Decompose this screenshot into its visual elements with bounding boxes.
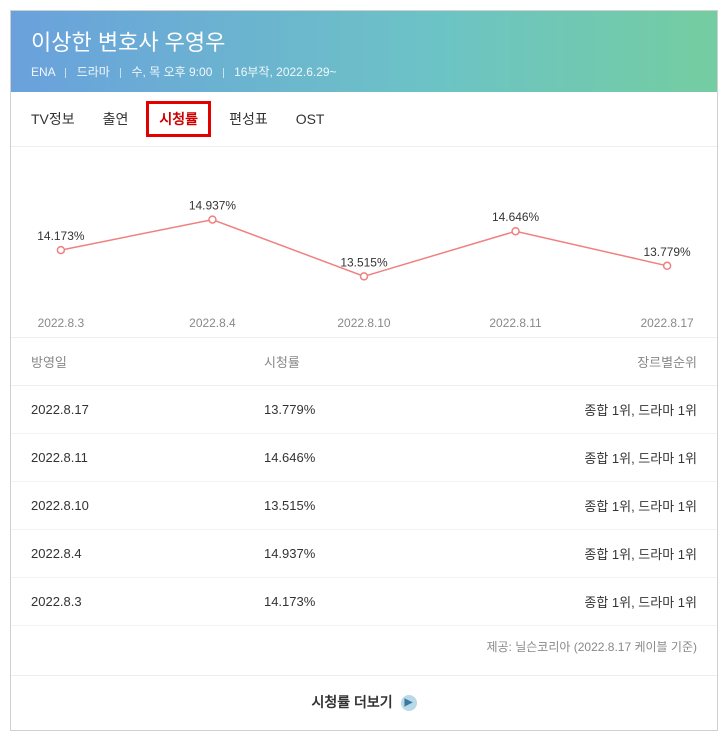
svg-text:13.515%: 13.515% (340, 255, 388, 269)
svg-text:2022.8.4: 2022.8.4 (189, 316, 236, 330)
table-row: 2022.8.314.173%종합 1위, 드라마 1위 (11, 578, 717, 626)
more-ratings-button[interactable]: 시청률 더보기 ▶ (11, 675, 717, 730)
cell-rank: 종합 1위, 드라마 1위 (456, 578, 717, 626)
ratings-table: 방영일 시청률 장르별순위 2022.8.1713.779%종합 1위, 드라마… (11, 337, 717, 626)
meta-episodes: 16부작, 2022.6.29~ (234, 65, 337, 79)
cell-date: 2022.8.4 (11, 530, 244, 578)
cell-rating: 14.173% (244, 578, 456, 626)
more-label: 시청률 더보기 (311, 694, 392, 710)
table-row: 2022.8.1114.646%종합 1위, 드라마 1위 (11, 434, 717, 482)
ratings-chart: 14.173% 2022.8.3 14.937% 2022.8.4 13.515% 202… (11, 147, 717, 337)
program-header: 이상한 변호사 우영우 ENA 드라마 수, 목 오후 9:00 16부작, 2… (11, 11, 717, 92)
cell-rank: 종합 1위, 드라마 1위 (456, 434, 717, 482)
meta-genre: 드라마 (77, 65, 110, 79)
meta-separator (120, 68, 121, 78)
cell-rating: 14.646% (244, 434, 456, 482)
meta-channel: ENA (31, 65, 55, 79)
svg-text:14.646%: 14.646% (492, 210, 540, 224)
tab-cast[interactable]: 출연 (103, 109, 129, 129)
tab-tvinfo[interactable]: TV정보 (31, 109, 75, 129)
col-rating: 시청률 (244, 338, 456, 386)
tabs-bar: TV정보 출연 시청률 편성표 OST (11, 92, 717, 147)
svg-text:14.173%: 14.173% (37, 229, 85, 243)
cell-rank: 종합 1위, 드라마 1위 (456, 386, 717, 434)
table-header-row: 방영일 시청률 장르별순위 (11, 338, 717, 386)
program-title: 이상한 변호사 우영우 (31, 25, 697, 57)
ratings-table-body: 2022.8.1713.779%종합 1위, 드라마 1위2022.8.1114… (11, 386, 717, 626)
table-row: 2022.8.414.937%종합 1위, 드라마 1위 (11, 530, 717, 578)
meta-schedule: 수, 목 오후 9:00 (132, 65, 213, 79)
cell-date: 2022.8.17 (11, 386, 244, 434)
tab-ratings[interactable]: 시청률 (146, 101, 211, 137)
cell-rating: 13.515% (244, 482, 456, 530)
col-rank: 장르별순위 (456, 338, 717, 386)
svg-text:13.779%: 13.779% (644, 245, 692, 259)
meta-separator (65, 68, 66, 78)
table-row: 2022.8.1713.779%종합 1위, 드라마 1위 (11, 386, 717, 434)
svg-text:2022.8.11: 2022.8.11 (489, 316, 542, 330)
cell-rating: 13.779% (244, 386, 456, 434)
program-meta: ENA 드라마 수, 목 오후 9:00 16부작, 2022.6.29~ (31, 63, 697, 80)
cell-date: 2022.8.11 (11, 434, 244, 482)
cell-rank: 종합 1위, 드라마 1위 (456, 530, 717, 578)
data-source: 제공: 닐슨코리아 (2022.8.17 케이블 기준) (11, 626, 717, 675)
svg-text:14.937%: 14.937% (189, 199, 237, 213)
svg-text:2022.8.10: 2022.8.10 (337, 316, 391, 330)
chevron-right-icon: ▶ (401, 695, 417, 711)
tab-ost[interactable]: OST (296, 111, 325, 127)
meta-separator (223, 68, 224, 78)
program-ratings-card: 이상한 변호사 우영우 ENA 드라마 수, 목 오후 9:00 16부작, 2… (10, 10, 718, 731)
svg-text:2022.8.17: 2022.8.17 (641, 316, 695, 330)
svg-text:2022.8.3: 2022.8.3 (38, 316, 85, 330)
cell-date: 2022.8.10 (11, 482, 244, 530)
table-row: 2022.8.1013.515%종합 1위, 드라마 1위 (11, 482, 717, 530)
ratings-line-chart: 14.173% 2022.8.3 14.937% 2022.8.4 13.515% 202… (21, 167, 707, 337)
col-date: 방영일 (11, 338, 244, 386)
cell-date: 2022.8.3 (11, 578, 244, 626)
tab-schedule[interactable]: 편성표 (229, 109, 268, 129)
cell-rating: 14.937% (244, 530, 456, 578)
cell-rank: 종합 1위, 드라마 1위 (456, 482, 717, 530)
